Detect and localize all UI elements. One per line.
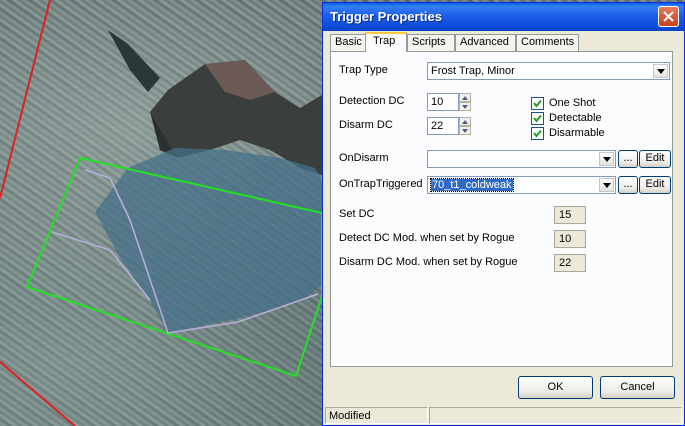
on-trap-triggered-value: 70_t1_coldweak	[430, 178, 514, 192]
chevron-down-icon	[603, 157, 611, 162]
on-disarm-edit-button[interactable]: Edit	[639, 150, 671, 168]
dialog-title: Trigger Properties	[330, 9, 442, 24]
status-text: Modified	[325, 407, 428, 424]
on-trap-triggered-edit-button[interactable]: Edit	[639, 176, 671, 194]
disarm-dc-label: Disarm DC	[339, 119, 393, 131]
trigger-outline-red-1	[0, 0, 51, 199]
trap-type-label: Trap Type	[339, 64, 388, 76]
set-dc-label: Set DC	[339, 208, 375, 220]
close-button[interactable]	[658, 6, 679, 27]
disarm-dc-up-button[interactable]	[459, 117, 471, 126]
disarmable-label: Disarmable	[549, 127, 605, 139]
detection-dc-up-button[interactable]	[459, 93, 471, 102]
arrow-down-icon	[462, 105, 468, 109]
detection-dc-label: Detection DC	[339, 95, 405, 107]
tab-trap[interactable]: Trap	[365, 32, 407, 52]
tab-comments[interactable]: Comments	[516, 34, 579, 51]
checkmark-icon	[533, 99, 542, 108]
checkmark-icon	[533, 129, 542, 138]
trap-tab-page: Trap Type Frost Trap, Minor Detection DC…	[330, 51, 673, 367]
one-shot-label: One Shot	[549, 97, 596, 109]
arrow-up-icon	[462, 96, 468, 100]
tab-label: Basic	[335, 36, 362, 48]
on-trap-triggered-dropdown-button[interactable]	[599, 178, 614, 192]
disarmable-checkbox[interactable]	[531, 127, 544, 140]
detection-dc-spinner[interactable]	[459, 93, 471, 111]
disarm-dc-mod-value: 22	[554, 254, 586, 272]
on-trap-triggered-combo[interactable]: 70_t1_coldweak	[427, 176, 616, 194]
one-shot-checkbox[interactable]	[531, 97, 544, 110]
on-trap-triggered-browse-button[interactable]: ...	[618, 176, 638, 194]
disarm-dc-mod-label: Disarm DC Mod. when set by Rogue	[339, 256, 518, 268]
status-bar: Modified	[325, 407, 682, 424]
ok-button[interactable]: OK	[518, 376, 593, 399]
close-icon	[663, 11, 674, 22]
title-bar[interactable]: Trigger Properties	[323, 3, 684, 31]
chevron-down-icon	[603, 183, 611, 188]
detection-dc-input[interactable]: 10	[427, 93, 459, 111]
cancel-button[interactable]: Cancel	[600, 376, 675, 399]
tab-label: Trap	[373, 35, 396, 47]
tab-label: Advanced	[460, 36, 509, 48]
disarm-dc-spinner[interactable]	[459, 117, 471, 135]
tab-label: Scripts	[412, 36, 446, 48]
set-dc-value: 15	[554, 206, 586, 224]
tab-scripts[interactable]: Scripts	[407, 34, 455, 51]
trap-type-value: Frost Trap, Minor	[431, 65, 515, 77]
detect-dc-mod-value: 10	[554, 230, 586, 248]
detect-dc-mod-label: Detect DC Mod. when set by Rogue	[339, 232, 515, 244]
tab-basic[interactable]: Basic	[330, 34, 366, 51]
trap-type-dropdown-button[interactable]	[653, 64, 668, 78]
on-disarm-dropdown-button[interactable]	[599, 152, 614, 166]
disarm-dc-down-button[interactable]	[459, 126, 471, 135]
detectable-label: Detectable	[549, 112, 602, 124]
disarm-dc-input[interactable]: 22	[427, 117, 459, 135]
status-panel-empty	[429, 407, 682, 424]
disarm-dc-value: 22	[431, 120, 444, 132]
on-disarm-label: OnDisarm	[339, 152, 389, 164]
on-trap-triggered-label: OnTrapTriggered	[339, 178, 423, 190]
detection-dc-down-button[interactable]	[459, 102, 471, 111]
detection-dc-value: 10	[431, 96, 444, 108]
trap-type-select[interactable]: Frost Trap, Minor	[427, 62, 670, 80]
on-disarm-combo[interactable]	[427, 150, 616, 168]
detectable-checkbox[interactable]	[531, 112, 544, 125]
tab-label: Comments	[521, 36, 575, 48]
rock-small	[108, 30, 160, 92]
checkmark-icon	[533, 114, 542, 123]
trigger-properties-dialog: Trigger Properties Basic Trap Scripts Ad…	[322, 2, 685, 426]
chevron-down-icon	[657, 69, 665, 74]
tab-advanced[interactable]: Advanced	[455, 34, 516, 51]
on-disarm-browse-button[interactable]: ...	[618, 150, 638, 168]
arrow-down-icon	[462, 129, 468, 133]
trigger-outline-red-2	[0, 361, 76, 426]
arrow-up-icon	[462, 120, 468, 124]
